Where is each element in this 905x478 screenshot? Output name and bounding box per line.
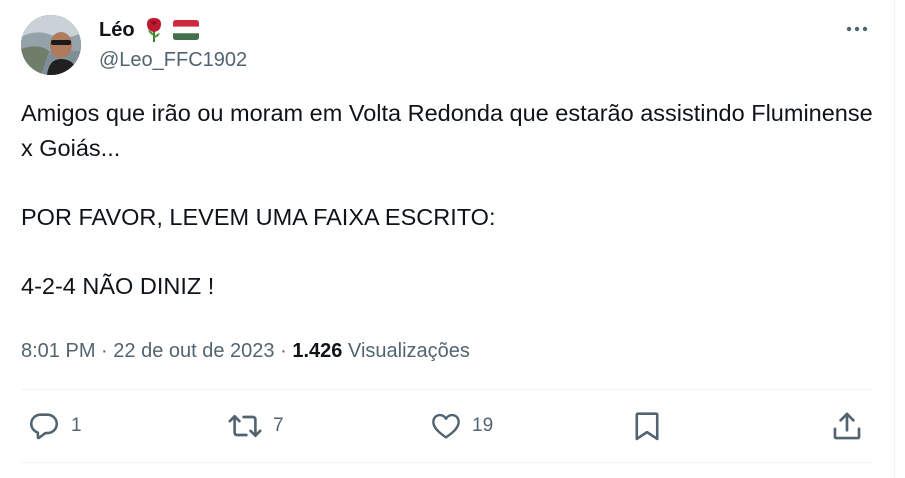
share-icon [833,412,861,440]
tweet-text-line: 4-2-4 NÃO DINIZ ! [21,273,215,299]
avatar-photo [21,15,81,75]
meta-separator: · [280,340,287,362]
retweet-button[interactable]: 7 [227,408,284,444]
tweet-time[interactable]: 8:01 PM [21,340,95,362]
tweet-date[interactable]: 22 de out de 2023 [113,340,274,362]
more-horizontal-icon [846,26,868,32]
views-count: 1.426 [292,340,343,362]
avatar[interactable] [21,15,81,75]
author-handle[interactable]: @Leo_FFC1902 [99,46,247,74]
views-label: Visualizações [347,340,470,362]
rose-emoji-icon [146,18,161,42]
meta-separator: · [101,340,108,362]
reply-icon [29,413,59,440]
heart-icon [432,413,460,439]
tweet-card: Léo @Leo_FFC1902 Amigos que irão ou mora… [0,0,895,478]
retweet-icon [228,414,262,438]
retweet-count: 7 [273,415,284,436]
divider [21,462,872,463]
hungary-flag-emoji-icon [172,20,199,40]
tweet-text-line: Amigos que irão ou moram em Volta Redond… [21,100,873,161]
reply-button[interactable]: 1 [27,408,82,444]
share-button[interactable] [830,408,864,444]
like-button[interactable]: 19 [430,408,493,444]
divider [21,389,872,390]
tweet-text-line: POR FAVOR, LEVEM UMA FAIXA ESCRITO: [21,204,496,230]
display-name[interactable]: Léo [99,16,135,44]
author-name-row[interactable]: Léo [99,16,199,44]
like-count: 19 [472,415,494,436]
more-button[interactable] [840,16,874,42]
tweet-meta: 8:01 PM · 22 de out de 2023 · 1.426 Visu… [21,336,470,366]
tweet-text: Amigos que irão ou moram em Volta Redond… [21,96,881,304]
bookmark-icon [635,412,659,441]
bookmark-button[interactable] [632,408,662,444]
reply-count: 1 [71,415,82,436]
